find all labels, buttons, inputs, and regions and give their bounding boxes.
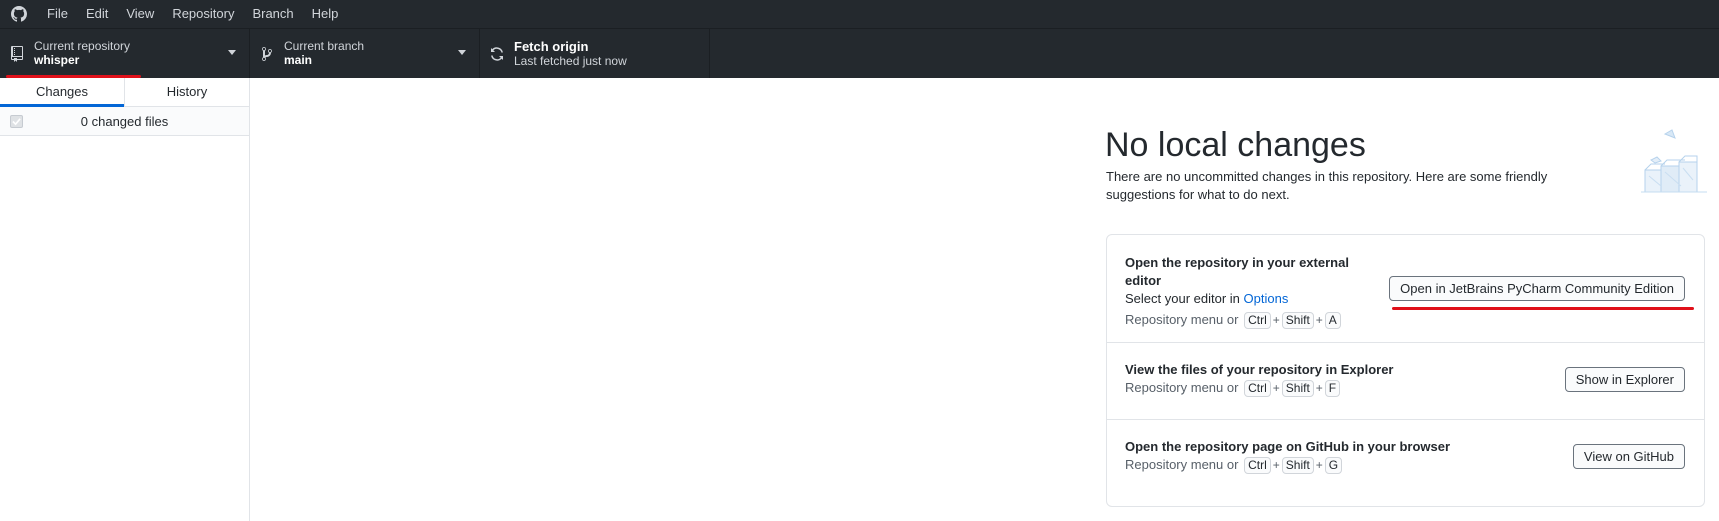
key-separator: + (1315, 458, 1323, 472)
menu-help[interactable]: Help (303, 0, 348, 28)
shortcut-hint: Repository menu or Ctrl + Shift + A (1125, 311, 1355, 329)
key-letter: F (1324, 379, 1341, 397)
last-fetched-text: Last fetched just now (514, 54, 627, 68)
blankslate-illustration (1641, 129, 1707, 193)
key-ctrl: Ctrl (1244, 379, 1271, 397)
sidebar: Changes History 0 changed files (0, 78, 250, 521)
view-on-github-button[interactable]: View on GitHub (1572, 444, 1685, 469)
key-separator: + (1272, 458, 1280, 472)
hint-prefix: Repository menu or (1125, 380, 1239, 395)
key-ctrl: Ctrl (1244, 311, 1271, 329)
menu-file[interactable]: File (38, 0, 77, 28)
toolbar: Current repository whisper Current branc… (0, 28, 1719, 78)
menu-repository[interactable]: Repository (163, 0, 243, 28)
main-blankslate: No local changes There are no uncommitte… (251, 78, 1719, 521)
options-link[interactable]: Options (1244, 291, 1289, 306)
suggestion-row-explorer: View the files of your repository in Exp… (1107, 343, 1704, 420)
current-branch-value: main (284, 53, 313, 67)
fetch-origin-label: Fetch origin (514, 39, 589, 54)
hint-prefix: Repository menu or (1125, 457, 1239, 472)
current-repository-value: whisper (34, 53, 80, 67)
current-branch-label: Current branch (284, 39, 365, 53)
tab-history[interactable]: History (125, 78, 249, 106)
checkbox-icon[interactable] (10, 115, 23, 128)
tab-changes[interactable]: Changes (0, 78, 125, 107)
github-logo-icon (0, 0, 38, 28)
shortcut-hint: Repository menu or Ctrl + Shift + F (1125, 379, 1394, 397)
open-in-editor-button[interactable]: Open in JetBrains PyCharm Community Edit… (1389, 276, 1685, 301)
key-shift: Shift (1281, 311, 1314, 329)
key-letter: G (1324, 456, 1343, 474)
suggestion-text-prefix: Select your editor in (1125, 291, 1244, 306)
repo-icon (0, 45, 34, 62)
key-separator: + (1272, 381, 1280, 395)
title-bar: File Edit View Repository Branch Help (0, 0, 1719, 28)
suggestion-row-github: Open the repository page on GitHub in yo… (1107, 420, 1704, 506)
key-shift: Shift (1281, 456, 1314, 474)
shortcut-hint: Repository menu or Ctrl + Shift + G (1125, 456, 1450, 474)
chevron-down-icon (228, 50, 236, 55)
key-separator: + (1315, 381, 1323, 395)
suggestion-title: Open the repository in your external edi… (1125, 255, 1349, 288)
key-separator: + (1272, 313, 1280, 327)
chevron-down-icon (458, 50, 466, 55)
blankslate-description: There are no uncommitted changes in this… (1106, 169, 1548, 202)
menu-view[interactable]: View (117, 0, 163, 28)
suggestion-title: View the files of your repository in Exp… (1125, 362, 1394, 377)
current-repository-button[interactable]: Current repository whisper (0, 29, 250, 78)
suggestions-card: Open the repository in your external edi… (1106, 234, 1705, 507)
suggestion-row-editor: Open the repository in your external edi… (1107, 235, 1704, 343)
key-separator: + (1315, 313, 1323, 327)
changed-files-count: 0 changed files (80, 113, 169, 129)
suggestion-title: Open the repository page on GitHub in yo… (1125, 439, 1451, 454)
annotation-underline (1392, 307, 1694, 310)
current-branch-button[interactable]: Current branch main (250, 29, 480, 78)
key-letter: A (1324, 311, 1341, 329)
tab-changes-label: Changes (35, 84, 89, 99)
hint-prefix: Repository menu or (1125, 312, 1239, 327)
tab-history-label: History (166, 84, 208, 99)
show-in-explorer-button[interactable]: Show in Explorer (1564, 367, 1685, 392)
current-repository-label: Current repository (34, 39, 131, 53)
page-title: No local changes (1105, 126, 1366, 164)
menu-edit[interactable]: Edit (77, 0, 117, 28)
branch-icon (250, 46, 284, 62)
fetch-origin-button[interactable]: Fetch origin Last fetched just now (480, 29, 710, 78)
key-ctrl: Ctrl (1244, 456, 1271, 474)
suggestion-text: Select your editor in Options (1125, 290, 1355, 308)
key-shift: Shift (1281, 379, 1314, 397)
changed-files-header: 0 changed files (0, 107, 249, 136)
sidebar-tabs: Changes History (0, 78, 249, 107)
menu-branch[interactable]: Branch (243, 0, 302, 28)
sync-icon (480, 46, 514, 62)
